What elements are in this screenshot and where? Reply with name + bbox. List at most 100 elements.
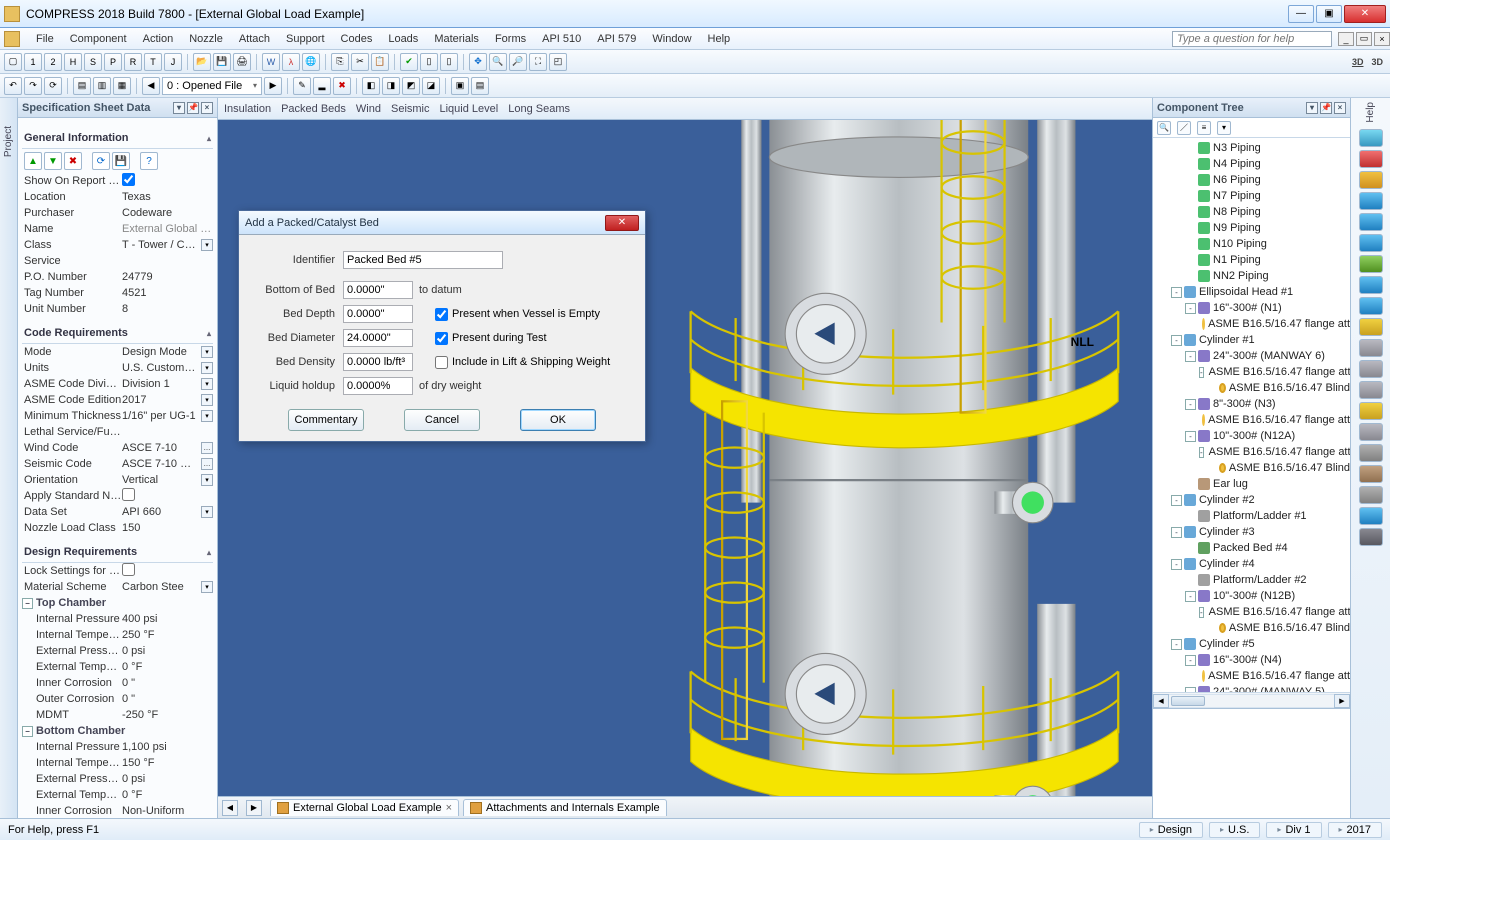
tree-node[interactable]: Platform/Ladder #1 xyxy=(1153,508,1350,524)
dropdown-icon[interactable]: ▾ xyxy=(201,474,213,486)
dropdown-icon[interactable]: ▾ xyxy=(201,346,213,358)
tree-node[interactable]: ASME B16.5/16.47 flange att xyxy=(1153,668,1350,684)
tool-print-icon[interactable]: 🖨 xyxy=(233,53,251,71)
dropdown-icon[interactable]: ▾ xyxy=(201,410,213,422)
tree-pin-icon[interactable]: 📌 xyxy=(1320,102,1332,114)
spec-row[interactable]: External Temperature0 °F xyxy=(22,659,213,675)
tree-node[interactable]: -10"-300# (N12A) xyxy=(1153,428,1350,444)
menu-action[interactable]: Action xyxy=(135,31,182,47)
doctab-scroll-left-icon[interactable]: ◀ xyxy=(222,800,238,816)
tool-misc1-icon[interactable]: ◧ xyxy=(362,77,380,95)
tool-group3-icon[interactable]: ▦ xyxy=(113,77,131,95)
tree-node[interactable]: -16"-300# (N1) xyxy=(1153,300,1350,316)
tool-paste-icon[interactable]: 📋 xyxy=(371,53,389,71)
tree-node[interactable]: NN2 Piping xyxy=(1153,268,1350,284)
tree-hscrollbar[interactable]: ◀▶ xyxy=(1153,692,1350,708)
menu-support[interactable]: Support xyxy=(278,31,333,47)
app-menu-icon[interactable] xyxy=(4,31,20,47)
palette-head3-icon[interactable] xyxy=(1359,234,1383,252)
help-search-input[interactable] xyxy=(1172,31,1332,47)
tree-expand-toggle[interactable]: - xyxy=(1171,287,1182,298)
liquid-holdup-input[interactable] xyxy=(343,377,413,395)
tree-expand-toggle[interactable]: - xyxy=(1185,655,1196,666)
palette-skirt-icon[interactable] xyxy=(1359,507,1383,525)
palette-head1-icon[interactable] xyxy=(1359,192,1383,210)
tool-misc3-icon[interactable]: ◩ xyxy=(402,77,420,95)
spec-row[interactable]: Outer Corrosion0 " xyxy=(22,691,213,707)
spec-row[interactable]: LocationTexas xyxy=(22,189,213,205)
tool-zoom-window-icon[interactable]: ◰ xyxy=(549,53,567,71)
tool-copy-icon[interactable]: ⎘ xyxy=(331,53,349,71)
tool-view2-icon[interactable]: ▤ xyxy=(471,77,489,95)
tree-node[interactable]: N9 Piping xyxy=(1153,220,1350,236)
tool-misc2-icon[interactable]: ◨ xyxy=(382,77,400,95)
dropdown-icon[interactable]: ▾ xyxy=(201,394,213,406)
mdi-close-button[interactable]: × xyxy=(1374,32,1390,46)
tree-node[interactable]: -16"-300# (N4) xyxy=(1153,652,1350,668)
gen-down-icon[interactable]: ▼ xyxy=(44,152,62,170)
tree-expand-toggle[interactable]: - xyxy=(1171,527,1182,538)
menu-loads[interactable]: Loads xyxy=(380,31,426,47)
doc-tab[interactable]: Attachments and Internals Example xyxy=(463,799,667,816)
tool-pencil-icon[interactable]: ✎ xyxy=(293,77,311,95)
dropdown-icon[interactable]: ▾ xyxy=(201,581,213,593)
spec-row[interactable]: ClassT - Tower / Columr▾ xyxy=(22,237,213,253)
palette-ring-icon[interactable] xyxy=(1359,318,1383,336)
spec-row[interactable]: MDMT-250 °F xyxy=(22,707,213,723)
tool-h-icon[interactable]: H xyxy=(64,53,82,71)
viewtab-insulation[interactable]: Insulation xyxy=(224,103,271,115)
spec-row[interactable]: ModeDesign Mode▾ xyxy=(22,344,213,360)
tree-filter-icon[interactable]: ／ xyxy=(1177,121,1191,135)
minimize-button[interactable]: — xyxy=(1288,5,1314,23)
mdi-restore-button[interactable]: ▭ xyxy=(1356,32,1372,46)
ellipsis-icon[interactable]: … xyxy=(201,458,213,470)
palette-flange1-icon[interactable] xyxy=(1359,255,1383,273)
menu-window[interactable]: Window xyxy=(644,31,699,47)
spec-row[interactable]: UnitsU.S. Customary▾ xyxy=(22,360,213,376)
dropdown-icon[interactable]: ▾ xyxy=(201,362,213,374)
spec-row[interactable]: Data SetAPI 660▾ xyxy=(22,504,213,520)
tree-close-icon[interactable]: × xyxy=(1334,102,1346,114)
tree-node[interactable]: ASME B16.5/16.47 Blind xyxy=(1153,380,1350,396)
status-cell-design[interactable]: Design xyxy=(1139,822,1203,838)
gen-refresh-icon[interactable]: ⟳ xyxy=(92,152,110,170)
spec-row[interactable]: Apply Standard No... xyxy=(22,488,213,504)
spec-row[interactable]: P.O. Number24779 xyxy=(22,269,213,285)
tool-redo-icon[interactable]: ↷ xyxy=(24,77,42,95)
bed-diameter-input[interactable] xyxy=(343,329,413,347)
spec-row[interactable]: Seismic CodeASCE 7-10 Gro...… xyxy=(22,456,213,472)
palette-support2-icon[interactable] xyxy=(1359,381,1383,399)
commentary-button[interactable]: Commentary xyxy=(288,409,364,431)
menu-help[interactable]: Help xyxy=(700,31,739,47)
tool-j-icon[interactable]: J xyxy=(164,53,182,71)
tree-expand-toggle[interactable]: - xyxy=(1185,591,1196,602)
palette-ellipse-icon[interactable] xyxy=(1359,171,1383,189)
tree-node[interactable]: -24"-300# (MANWAY 6) xyxy=(1153,348,1350,364)
section-design[interactable]: Design Requirements xyxy=(22,542,213,563)
palette-head2-icon[interactable] xyxy=(1359,213,1383,231)
palette-brace-icon[interactable] xyxy=(1359,402,1383,420)
tool-globe-icon[interactable]: 🌐 xyxy=(302,53,320,71)
spec-row[interactable]: Inner Corrosion0 " xyxy=(22,675,213,691)
tree-search-icon[interactable]: 🔍 xyxy=(1157,121,1171,135)
tree-node[interactable]: ASME B16.5/16.47 Blind xyxy=(1153,620,1350,636)
tree-node[interactable]: N7 Piping xyxy=(1153,188,1350,204)
tree-expand-toggle[interactable]: - xyxy=(1185,431,1196,442)
section-general[interactable]: General Information xyxy=(22,128,213,149)
palette-cone-icon[interactable] xyxy=(1359,150,1383,168)
tree-expand-toggle[interactable]: - xyxy=(1185,399,1196,410)
tree-node[interactable]: Platform/Ladder #2 xyxy=(1153,572,1350,588)
project-tab[interactable]: Project xyxy=(0,98,18,818)
tree-node[interactable]: -Ellipsoidal Head #1 xyxy=(1153,284,1350,300)
tool-group2-icon[interactable]: ▥ xyxy=(93,77,111,95)
gen-up-icon[interactable]: ▲ xyxy=(24,152,42,170)
close-button[interactable]: ✕ xyxy=(1344,5,1386,23)
tree-node[interactable]: -ASME B16.5/16.47 flange att xyxy=(1153,604,1350,620)
spec-row[interactable]: OrientationVertical▾ xyxy=(22,472,213,488)
palette-base-icon[interactable] xyxy=(1359,528,1383,546)
toggle-3d-solid[interactable]: 3D xyxy=(1349,57,1367,67)
dialog-titlebar[interactable]: Add a Packed/Catalyst Bed ✕ xyxy=(239,211,645,235)
tree-expand-toggle[interactable]: - xyxy=(1171,495,1182,506)
spec-row[interactable]: PurchaserCodeware xyxy=(22,205,213,221)
tool-zoom-in-icon[interactable]: 🔍 xyxy=(489,53,507,71)
